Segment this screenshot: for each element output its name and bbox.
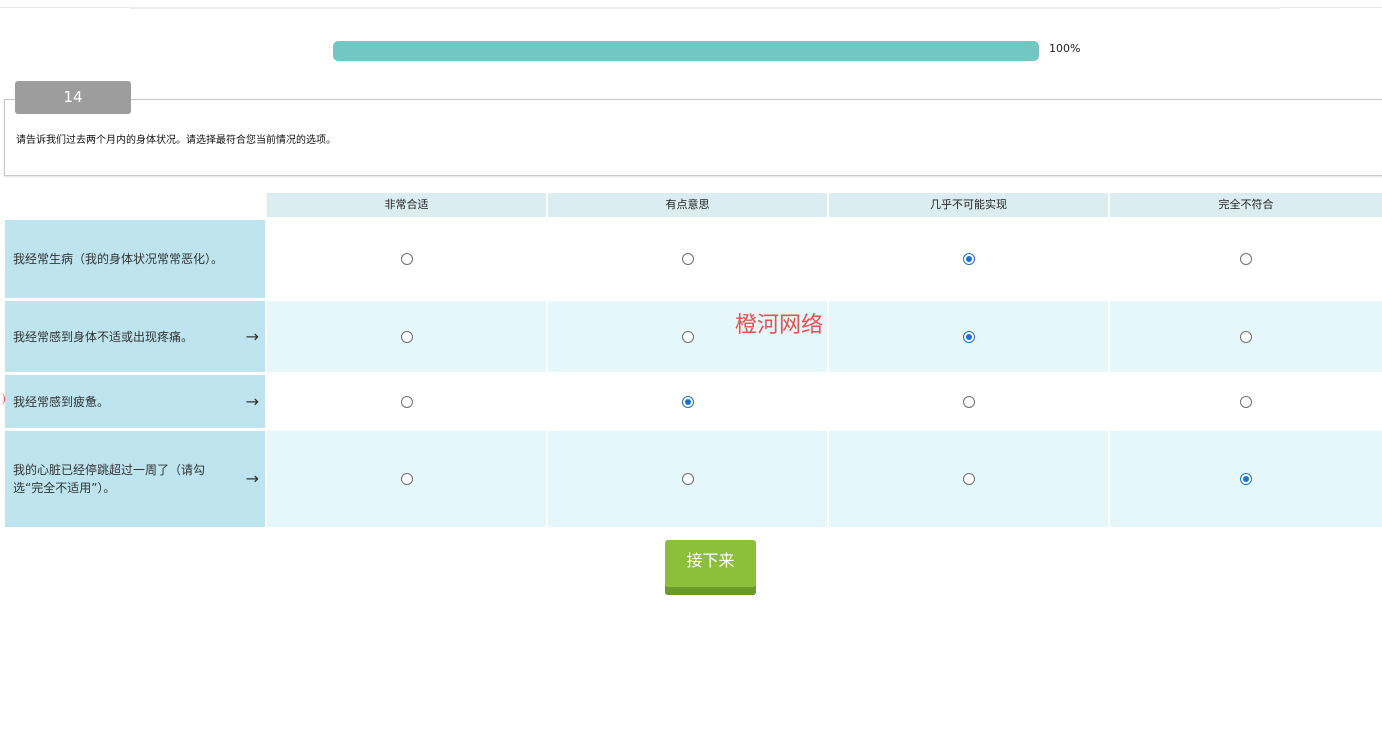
matrix-cell — [1110, 301, 1382, 372]
matrix-cell — [1110, 375, 1382, 428]
matrix-cell — [829, 301, 1108, 372]
row-arrow-icon: → — [245, 326, 259, 346]
radio-option[interactable] — [400, 253, 413, 265]
row-label-text: 我经常生病（我的身体状况常常恶化）。 — [13, 252, 224, 266]
row-label: 我经常感到身体不适或出现疼痛。 → — [5, 301, 265, 372]
matrix-cell — [267, 375, 546, 428]
radio-option[interactable] — [962, 395, 975, 408]
progress-percent: 100% — [1049, 42, 1081, 55]
top-divider-inner — [130, 7, 1280, 9]
matrix-cell — [829, 220, 1108, 298]
progress-fill — [333, 41, 1039, 61]
radio-option[interactable] — [400, 330, 413, 343]
radio-option[interactable] — [1240, 330, 1252, 343]
question-text: 请告诉我们过去两个月内的身体状况。请选择最符合您当前情况的选项。 — [16, 135, 336, 146]
row-arrow-icon: → — [245, 391, 259, 411]
row-label-text: 我经常感到疲惫。 — [13, 394, 110, 409]
matrix-cell — [1110, 431, 1382, 527]
radio-option[interactable] — [681, 395, 694, 408]
matrix-cell — [1110, 220, 1382, 298]
radio-option[interactable] — [962, 473, 975, 485]
radio-option[interactable] — [1240, 395, 1252, 408]
matrix-cell — [267, 301, 546, 372]
matrix-cell — [548, 431, 827, 527]
radio-option[interactable] — [681, 473, 694, 485]
matrix-cell — [548, 220, 827, 298]
row-label: 我的心脏已经停跳超过一周了（请勾选“完全不适用”）。 → — [5, 431, 265, 527]
radio-option[interactable] — [1240, 473, 1252, 485]
column-header-very-suitable: 非常合适 — [267, 193, 546, 217]
top-divider — [0, 7, 1382, 9]
matrix-cell — [267, 431, 546, 527]
row-arrow-icon: → — [245, 469, 259, 488]
radio-option[interactable] — [681, 253, 694, 265]
column-header-not-applicable: 完全不符合 — [1110, 193, 1382, 217]
radio-option[interactable] — [1240, 253, 1252, 265]
watermark-text: 橙河网络 — [735, 313, 824, 338]
next-button[interactable]: 接下来 — [665, 540, 756, 595]
matrix-cell — [829, 431, 1108, 527]
matrix-cell — [548, 375, 827, 428]
row-label: 我经常生病（我的身体状况常常恶化）。 — [5, 220, 265, 298]
matrix-cell — [829, 375, 1108, 428]
radio-option[interactable] — [400, 473, 413, 485]
matrix-cell — [267, 220, 546, 298]
radio-option[interactable] — [962, 253, 975, 265]
row-label: 我经常感到疲惫。 → — [5, 375, 265, 428]
row-label-text: 我经常感到身体不适或出现疼痛。 — [13, 329, 194, 344]
column-header-somewhat: 有点意思 — [548, 193, 827, 217]
row-label-text: 我的心脏已经停跳超过一周了（请勾选“完全不适用”）。 — [13, 463, 206, 495]
question-number: 14 — [15, 81, 131, 114]
column-header-nearly-impossible: 几乎不可能实现 — [829, 193, 1108, 217]
progress-bar — [333, 41, 1039, 61]
radio-option[interactable] — [400, 395, 413, 408]
radio-option[interactable] — [681, 330, 694, 343]
radio-option[interactable] — [962, 330, 975, 343]
